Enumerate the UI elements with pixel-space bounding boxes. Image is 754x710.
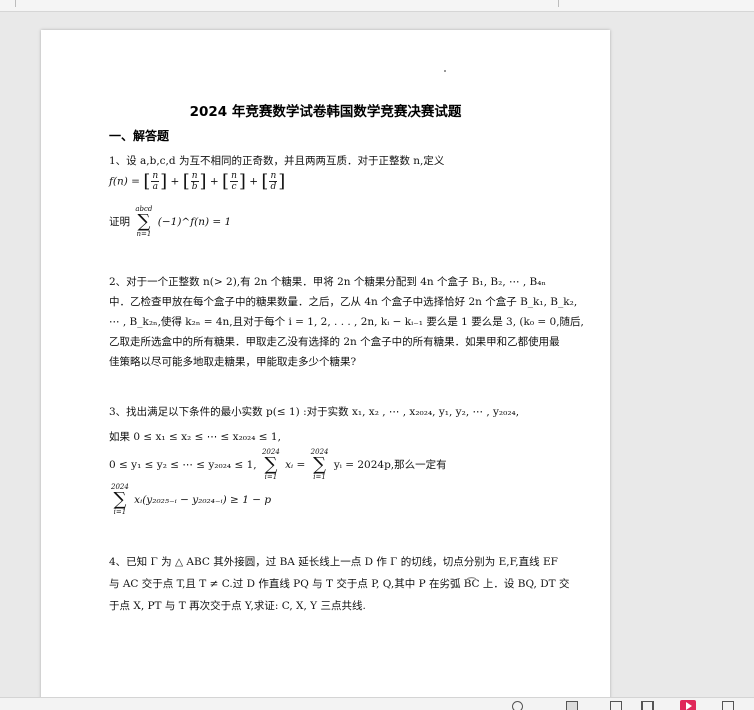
single-page-icon[interactable]: [566, 701, 578, 710]
toolbar-divider: [558, 0, 559, 7]
q3-line-4: 2024 ∑ i=1 xᵢ(y₂₀₂₅₋ᵢ − y₂₀₂₄₋ᵢ) ≥ 1 − p: [111, 483, 272, 516]
sigma-symbol: abcd ∑ n=1: [135, 205, 153, 238]
stray-mark: [444, 70, 446, 72]
sigma-symbol: 2024 ∑ i=1: [111, 483, 129, 516]
q1-intro: 1、设 a,b,c,d 为互不相同的正奇数，并且两两互质．对于正整数 n,定义: [109, 155, 445, 167]
sigma-symbol: 2024 ∑ i=1: [261, 448, 280, 481]
section-heading: 一、解答题: [109, 129, 170, 143]
q3-line-1: 3、找出满足以下条件的最小实数 p(≤ 1) :对于实数 x₁, x₂ , ⋯ …: [109, 406, 520, 418]
q4-line-1: 4、已知 Γ 为 △ ABC 其外接圆，过 BA 延长线上一点 D 作 Γ 的切…: [109, 556, 558, 568]
q2-line-4: 乙取走所选盒中的所有糖果．甲取走乙没有选择的 2n 个盒子中的所有糖果．如果甲和…: [109, 336, 560, 348]
q1-frac-b: nb: [190, 171, 199, 192]
q3-line-2: 如果 0 ≤ x₁ ≤ x₂ ≤ ⋯ ≤ x₂₀₂₄ ≤ 1,: [109, 431, 281, 443]
fullscreen-icon[interactable]: [722, 701, 734, 710]
toolbar-divider: [15, 0, 16, 7]
q3-line-3: 0 ≤ y₁ ≤ y₂ ≤ ⋯ ≤ y₂₀₂₄ ≤ 1, 2024 ∑ i=1 xᵢ…: [109, 448, 447, 481]
sigma-symbol: 2024 ∑ i=1: [310, 448, 329, 481]
q2-line-1: 2、对于一个正整数 n(> 2),有 2n 个糖果．甲将 2n 个糖果分配到 4…: [109, 276, 546, 288]
q1-f-lhs: f(n) =: [109, 175, 140, 188]
continuous-page-icon[interactable]: [610, 701, 622, 710]
q1-frac-c: nc: [230, 171, 238, 192]
page-title: 2024 年竞赛数学试卷韩国数学竞赛决赛试题: [189, 104, 462, 120]
q2-line-2: 中．乙检查甲放在每个盒子中的糖果数量．之后，乙从 4n 个盒子中选择恰好 2n …: [109, 296, 578, 308]
q4-line-2: 与 AC 交于点 T,且 T ≠ C.过 D 作直线 PQ 与 T 交于点 P,…: [109, 578, 570, 590]
q1-prove: 证明 abcd ∑ n=1 (−1)^f(n) = 1: [109, 205, 232, 238]
two-page-icon[interactable]: [641, 701, 654, 710]
document-page: 2024 年竞赛数学试卷韩国数学竞赛决赛试题 一、解答题 1、设 a,b,c,d…: [41, 30, 610, 710]
q1-definition: f(n) = [n a] + [n b] + [n c] + [n d]: [109, 171, 286, 192]
floor-bracket: [: [143, 171, 151, 192]
zoom-icon[interactable]: [512, 701, 523, 710]
status-bar: [0, 697, 754, 710]
top-toolbar: [0, 0, 754, 12]
q1-frac-a: na: [151, 171, 160, 192]
q4-line-3: 于点 X, PT 与 T 再次交于点 Y,求证: C, X, Y 三点共线.: [109, 600, 366, 612]
q2-line-3: ⋯ , B_k₂ₙ,使得 k₂ₙ = 4n,且对于每个 i = 1, 2, . …: [109, 316, 584, 328]
q1-frac-d: nd: [269, 171, 278, 192]
q2-line-5: 佳策略以尽可能多地取走糖果，甲能取走多少个糖果?: [109, 356, 357, 368]
play-slideshow-icon[interactable]: [680, 700, 696, 710]
